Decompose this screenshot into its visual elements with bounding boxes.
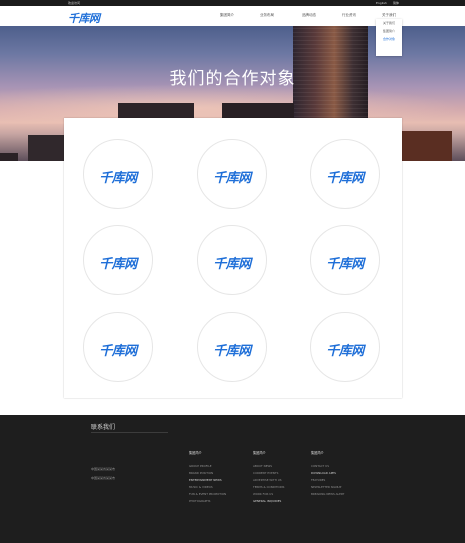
hero-title: 我们的合作对象	[169, 69, 296, 89]
footer-column-2: 集团简介 ABOUT NEWS CURRENT EVENTS ADVERTISE…	[253, 450, 284, 505]
footer-column-3: 集团简介 CONTACT US DOWNLOAD APPS FEATURES N…	[311, 450, 344, 498]
footer-link[interactable]: TERMS & CONDITIONS	[253, 484, 284, 491]
partner-logo-text: 千库网	[99, 344, 137, 359]
partner-logo-5[interactable]: 千库网	[197, 225, 267, 295]
footer-link[interactable]: FEATURES	[311, 477, 344, 484]
footer-link[interactable]: PHOTOGRAPHS	[189, 498, 226, 505]
footer-link[interactable]: ADVERTISE WITH US	[253, 477, 284, 484]
partner-logo-text: 千库网	[213, 344, 251, 359]
hero-building	[402, 131, 452, 161]
partners-card: 千库网 千库网 千库网 千库网 千库网 千库网 千库网 千库网 千库网	[64, 118, 402, 398]
site-logo[interactable]: 千库网	[68, 10, 100, 26]
footer-link[interactable]: GENERAL INQUIRIES	[253, 498, 284, 505]
footer-link[interactable]: DOWNLOAD APPS	[311, 470, 344, 477]
nav-item-industry-news[interactable]: 行业资讯	[342, 12, 356, 18]
partner-logo-text: 千库网	[213, 171, 251, 186]
page: 欢迎访问 English 简体 我们的合作对象 千库网 集团简介 业务布局 品牌…	[0, 0, 465, 543]
footer-contact-title: 联系我们	[91, 424, 116, 431]
partner-logo-4[interactable]: 千库网	[83, 225, 153, 295]
partner-logo-text: 千库网	[213, 257, 251, 272]
footer-column-heading: 集团简介	[311, 451, 324, 455]
footer-link[interactable]: GROUP PROFILE	[189, 463, 226, 470]
footer-divider	[91, 432, 168, 433]
hero-building	[0, 153, 18, 161]
dropdown-item-about-us[interactable]: 关于我们	[376, 19, 402, 27]
footer-address: 中国某某省某某市	[91, 467, 116, 471]
footer-link[interactable]: ENTERTAINMENT NEWS	[189, 477, 226, 484]
nav-item-brand-news[interactable]: 品牌动态	[302, 12, 316, 18]
footer-link[interactable]: BRAND POSITION	[189, 470, 226, 477]
partner-logo-2[interactable]: 千库网	[197, 139, 267, 209]
footer-link[interactable]: NEWSLETTER SIGNUP	[311, 484, 344, 491]
footer-link[interactable]: ABOUT NEWS	[253, 463, 284, 470]
footer-column-1: 集团简介 GROUP PROFILE BRAND POSITION ENTERT…	[189, 450, 226, 505]
partner-logo-text: 千库网	[326, 344, 364, 359]
partner-logo-text: 千库网	[326, 171, 364, 186]
partner-logo-text: 千库网	[326, 257, 364, 272]
footer-column-heading: 集团简介	[253, 451, 266, 455]
footer-address: 中国某某省某某市	[91, 476, 116, 480]
footer-link[interactable]: FUN & EVENT PROMOTION	[189, 491, 226, 498]
partner-logo-text: 千库网	[99, 171, 137, 186]
footer-link[interactable]: WORK FOR US	[253, 491, 284, 498]
dropdown-item-partners[interactable]: 合作对象	[376, 35, 402, 43]
partner-logo-9[interactable]: 千库网	[310, 312, 380, 382]
footer-link[interactable]: CURRENT EVENTS	[253, 470, 284, 477]
partner-logo-8[interactable]: 千库网	[197, 312, 267, 382]
footer-link[interactable]: MUSIC & VIDEOS	[189, 484, 226, 491]
footer-link[interactable]: CONTACT US	[311, 463, 344, 470]
footer-link[interactable]: BREAKING NEWS ALERT	[311, 491, 344, 498]
partner-logo-text: 千库网	[99, 257, 137, 272]
nav-item-group-intro[interactable]: 集团简介	[220, 12, 234, 18]
hero-building	[28, 135, 64, 161]
nav-item-about-us[interactable]: 关于我们	[382, 12, 396, 18]
site-footer: 联系我们 中国某某省某某市 中国某某省某某市 集团简介 GROUP PROFIL…	[0, 415, 465, 543]
partner-logo-3[interactable]: 千库网	[310, 139, 380, 209]
about-us-dropdown-menu: 关于我们 集团简介 合作对象	[376, 19, 402, 56]
partner-logo-7[interactable]: 千库网	[83, 312, 153, 382]
partner-logo-6[interactable]: 千库网	[310, 225, 380, 295]
partner-logo-1[interactable]: 千库网	[83, 139, 153, 209]
dropdown-item-group-intro[interactable]: 集团简介	[376, 27, 402, 35]
nav-item-business[interactable]: 业务布局	[260, 12, 274, 18]
footer-column-heading: 集团简介	[189, 451, 202, 455]
